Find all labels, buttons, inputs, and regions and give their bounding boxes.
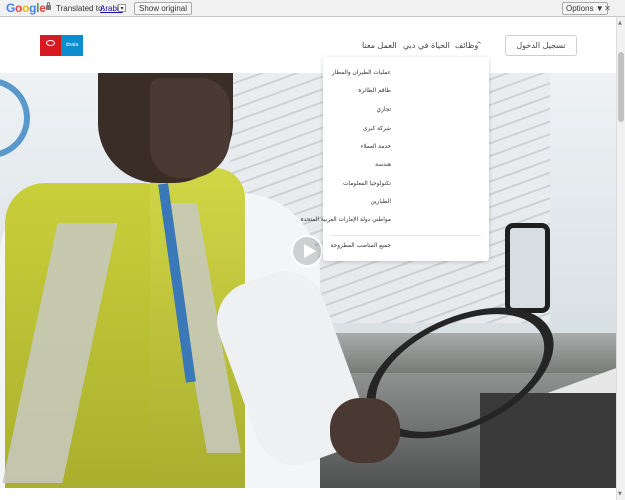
dropdown-item[interactable]: تجاري [377, 107, 391, 113]
dropdown-item[interactable]: طاقم الطائرة [358, 88, 391, 94]
options-button[interactable]: Options ▼ [562, 2, 608, 15]
lock-icon [46, 2, 51, 10]
google-logo: Google [6, 1, 46, 15]
jobs-dropdown-menu: عمليات الطيران والمطار طاقم الطائرة تجار… [301, 57, 489, 261]
scroll-down-icon[interactable]: ▼ [618, 491, 622, 497]
nav-work-with-us[interactable]: العمل معنا [362, 41, 397, 50]
translate-bar: Google Translated to: Arabic ▾ Show orig… [0, 0, 625, 17]
chevron-up-icon[interactable]: ^ [476, 41, 482, 49]
emirates-logo[interactable] [40, 35, 61, 56]
all-jobs-link[interactable]: جميع المناصب المطروحة [331, 243, 392, 249]
scroll-up-icon[interactable]: ▲ [618, 20, 622, 26]
worker-face [150, 78, 230, 178]
nav-jobs[interactable]: وظائف [455, 41, 478, 50]
play-icon[interactable] [291, 235, 323, 267]
dropdown-item[interactable]: تكنولوجيا المعلومات [343, 181, 391, 187]
close-icon[interactable]: ✕ [603, 4, 612, 13]
scrollbar[interactable]: ▲ ▼ [616, 17, 625, 500]
dropdown-item[interactable]: عمليات الطيران والمطار [332, 70, 391, 76]
dropdown-item[interactable]: مواطني دولة الإمارات العربية المتحدة [301, 217, 391, 223]
language-dropdown-icon[interactable]: ▾ [118, 4, 126, 12]
vehicle-mirror [505, 223, 550, 313]
dropdown-item[interactable]: خدمة العملاء [361, 144, 391, 150]
scrollbar-thumb[interactable] [618, 52, 624, 122]
login-button[interactable]: تسجيل الدخول [505, 35, 577, 56]
dropdown-item[interactable]: شركة كبرى [363, 126, 391, 132]
dropdown-item[interactable]: الطيارين [371, 199, 391, 205]
translated-to-label: Translated to: [56, 4, 105, 13]
worker-hand [330, 398, 400, 463]
show-original-button[interactable]: Show original [134, 2, 193, 15]
nav-life-in-dubai[interactable]: الحياة في دبي [403, 41, 450, 50]
dropdown-item[interactable]: هندسة [375, 162, 391, 168]
dnata-logo[interactable]: dnata [61, 35, 83, 56]
hero-image [0, 73, 616, 488]
dropdown-divider [331, 235, 481, 236]
